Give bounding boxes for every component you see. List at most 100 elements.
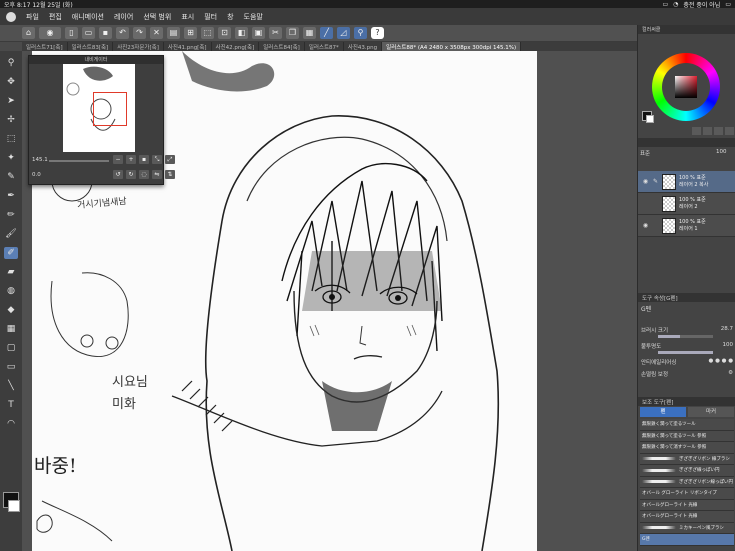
layer-panel-icon[interactable] xyxy=(725,127,734,135)
menu-selection[interactable]: 선택 범위 xyxy=(143,12,171,22)
layer-row[interactable]: ◉ 100 % 표준 레이어 1 xyxy=(638,215,735,237)
brush-size-value[interactable]: 28.7 xyxy=(721,326,733,334)
tab-pen[interactable]: 펜 xyxy=(640,407,686,417)
menu-help[interactable]: 도움말 xyxy=(244,12,263,22)
paste-icon[interactable]: ▦ xyxy=(303,27,316,39)
selection-tool-icon[interactable]: ⬚ xyxy=(4,133,18,145)
clear-icon[interactable]: ✕ xyxy=(150,27,163,39)
figure-tool-icon[interactable]: ▢ xyxy=(4,342,18,354)
frame-tool-icon[interactable]: ▭ xyxy=(4,361,18,373)
app-logo-icon[interactable] xyxy=(6,11,16,22)
fit-window-icon[interactable]: ⤡ xyxy=(152,155,162,164)
eraser-tool-icon[interactable]: ▰ xyxy=(4,266,18,278)
gradient-tool-icon[interactable]: ▦ xyxy=(4,323,18,335)
airbrush-tool-icon[interactable]: ✐ xyxy=(4,247,18,259)
pen-tool-icon[interactable]: ✒ xyxy=(4,190,18,202)
layer-row[interactable]: 100 % 표준 레이어 2 xyxy=(638,193,735,215)
layer-move-icon[interactable]: ✢ xyxy=(4,114,18,126)
layer-row[interactable]: ◉ ✎ 100 % 표준 레이어 2 복사 xyxy=(638,171,735,193)
tab-marker[interactable]: 마커 xyxy=(688,407,734,417)
navigator-window[interactable]: 내비게이터 145.1 − + ▪ ⤡ ⤢ 0.0 ↺ ↻ ◌ ⇋ ⇅ xyxy=(28,55,175,185)
zoom-out-icon[interactable]: − xyxy=(113,155,123,164)
menu-window[interactable]: 창 xyxy=(227,12,233,22)
blend-mode-select[interactable]: 표준 xyxy=(640,149,650,157)
menu-edit[interactable]: 편집 xyxy=(49,12,62,22)
menu-filter[interactable]: 필터 xyxy=(204,12,217,22)
open-file-icon[interactable]: ▭ xyxy=(82,27,95,39)
tab-illust88[interactable]: 일러스트88* (A4 2480 x 3508px 300dpi 145.1%) xyxy=(382,42,522,51)
navigator-preview[interactable] xyxy=(63,64,135,152)
fit-width-icon[interactable]: ⤢ xyxy=(165,155,175,164)
color-wheel[interactable] xyxy=(652,53,720,121)
saturation-value-square[interactable] xyxy=(675,76,697,98)
tab-illust71[interactable]: 일러스트71[축] xyxy=(22,42,68,51)
brush-item[interactable]: G펜 xyxy=(640,534,734,546)
tab-illust84[interactable]: 일러스트84[축] xyxy=(259,42,305,51)
tab-photo41[interactable]: 사진41.png[축] xyxy=(164,42,212,51)
brush-size-slider[interactable] xyxy=(658,335,713,338)
undo-icon[interactable]: ↶ xyxy=(116,27,129,39)
selection-border-icon[interactable]: ▣ xyxy=(252,27,265,39)
brush-item[interactable]: ぎざぎざ線っぽい円 xyxy=(640,465,734,477)
brush-item[interactable]: オバール グローライト リボンタイプ xyxy=(640,488,734,500)
deselect-icon[interactable]: ⬚ xyxy=(201,27,214,39)
zoom-in-icon[interactable]: + xyxy=(126,155,136,164)
snap-grid-icon[interactable]: ⚲ xyxy=(354,27,367,39)
eye-icon[interactable]: ◉ xyxy=(642,222,649,229)
snap-ruler-icon[interactable]: ╱ xyxy=(320,27,333,39)
blend-tool-icon[interactable]: ◍ xyxy=(4,285,18,297)
transform-icon[interactable]: ⊞ xyxy=(184,27,197,39)
fill-icon[interactable]: ▤ xyxy=(167,27,180,39)
ruler-tool-icon[interactable]: ╲ xyxy=(4,380,18,392)
text-tool-icon[interactable]: T xyxy=(4,399,18,411)
brush-item[interactable]: オバールグローライト 光線 xyxy=(640,499,734,511)
color-wheel-sub-swatch[interactable] xyxy=(646,115,654,123)
brush-item[interactable]: ぎざぎざリボン線っぽい円 xyxy=(640,476,734,488)
antialias-options-icon[interactable]: ● ● ● ● xyxy=(709,358,733,366)
brush-item[interactable]: 無限鉄く潤って塗るツール 参照 xyxy=(640,430,734,442)
brush-item[interactable]: オバールグローライト 光線 xyxy=(640,511,734,523)
navigator-zoom-slider[interactable] xyxy=(49,160,109,162)
cut-icon[interactable]: ✂ xyxy=(269,27,282,39)
copy-icon[interactable]: ❐ xyxy=(286,27,299,39)
menu-layer[interactable]: 레이어 xyxy=(114,12,133,22)
brush-item[interactable]: 無限鉄く潤って消すツール 参照 xyxy=(640,442,734,454)
new-file-icon[interactable]: ▯ xyxy=(65,27,78,39)
menu-animation[interactable]: 애니메이션 xyxy=(72,12,104,22)
crop-icon[interactable]: ⊡ xyxy=(218,27,231,39)
opacity-value[interactable]: 100 xyxy=(723,342,734,350)
auto-select-icon[interactable]: ✦ xyxy=(4,152,18,164)
eye-icon[interactable]: ◉ xyxy=(642,178,649,185)
brush-item[interactable]: 無限鉄く潤って塗るツール xyxy=(640,419,734,431)
color-set-icon[interactable] xyxy=(692,127,701,135)
reset-rotation-icon[interactable]: ◌ xyxy=(139,170,149,179)
tab-photo42[interactable]: 사진42.png[축] xyxy=(212,42,260,51)
tab-photo23[interactable]: 사진23자문가[축] xyxy=(113,42,164,51)
invert-selection-icon[interactable]: ◧ xyxy=(235,27,248,39)
zoom-tool-icon[interactable]: ⚲ xyxy=(4,57,18,69)
move-tool-icon[interactable]: ✥ xyxy=(4,76,18,88)
operation-tool-icon[interactable]: ➤ xyxy=(4,95,18,107)
snap-special-ruler-icon[interactable]: ◿ xyxy=(337,27,350,39)
menu-file[interactable]: 파일 xyxy=(26,12,39,22)
layer-property-icon[interactable] xyxy=(714,127,723,135)
rotate-right-icon[interactable]: ↻ xyxy=(126,170,136,179)
eyedropper-icon[interactable]: ✎ xyxy=(4,171,18,183)
brush-tool-icon[interactable]: 🖌 xyxy=(4,228,18,240)
redo-icon[interactable]: ↷ xyxy=(133,27,146,39)
flip-vertical-icon[interactable]: ⇅ xyxy=(165,170,175,179)
tab-photo43[interactable]: 사진43.png xyxy=(344,42,383,51)
opacity-slider[interactable] xyxy=(658,351,713,354)
brush-item[interactable]: ぎざぎざリボン 線ブラシ xyxy=(640,453,734,465)
flip-horizontal-icon[interactable]: ⇋ xyxy=(152,170,162,179)
tab-illust83[interactable]: 일러스트83[축] xyxy=(68,42,114,51)
home-icon[interactable]: ⌂ xyxy=(22,27,35,39)
actual-size-icon[interactable]: ▪ xyxy=(139,155,149,164)
history-icon[interactable] xyxy=(703,127,712,135)
navigator-viewport-frame[interactable] xyxy=(93,92,127,126)
save-icon[interactable]: ▪ xyxy=(99,27,112,39)
rotate-left-icon[interactable]: ↺ xyxy=(113,170,123,179)
companion-mode-icon[interactable]: ◉ xyxy=(39,27,61,39)
tab-illust87[interactable]: 일러스트87* xyxy=(305,42,344,51)
settings-icon[interactable]: ⚙ xyxy=(728,370,733,378)
